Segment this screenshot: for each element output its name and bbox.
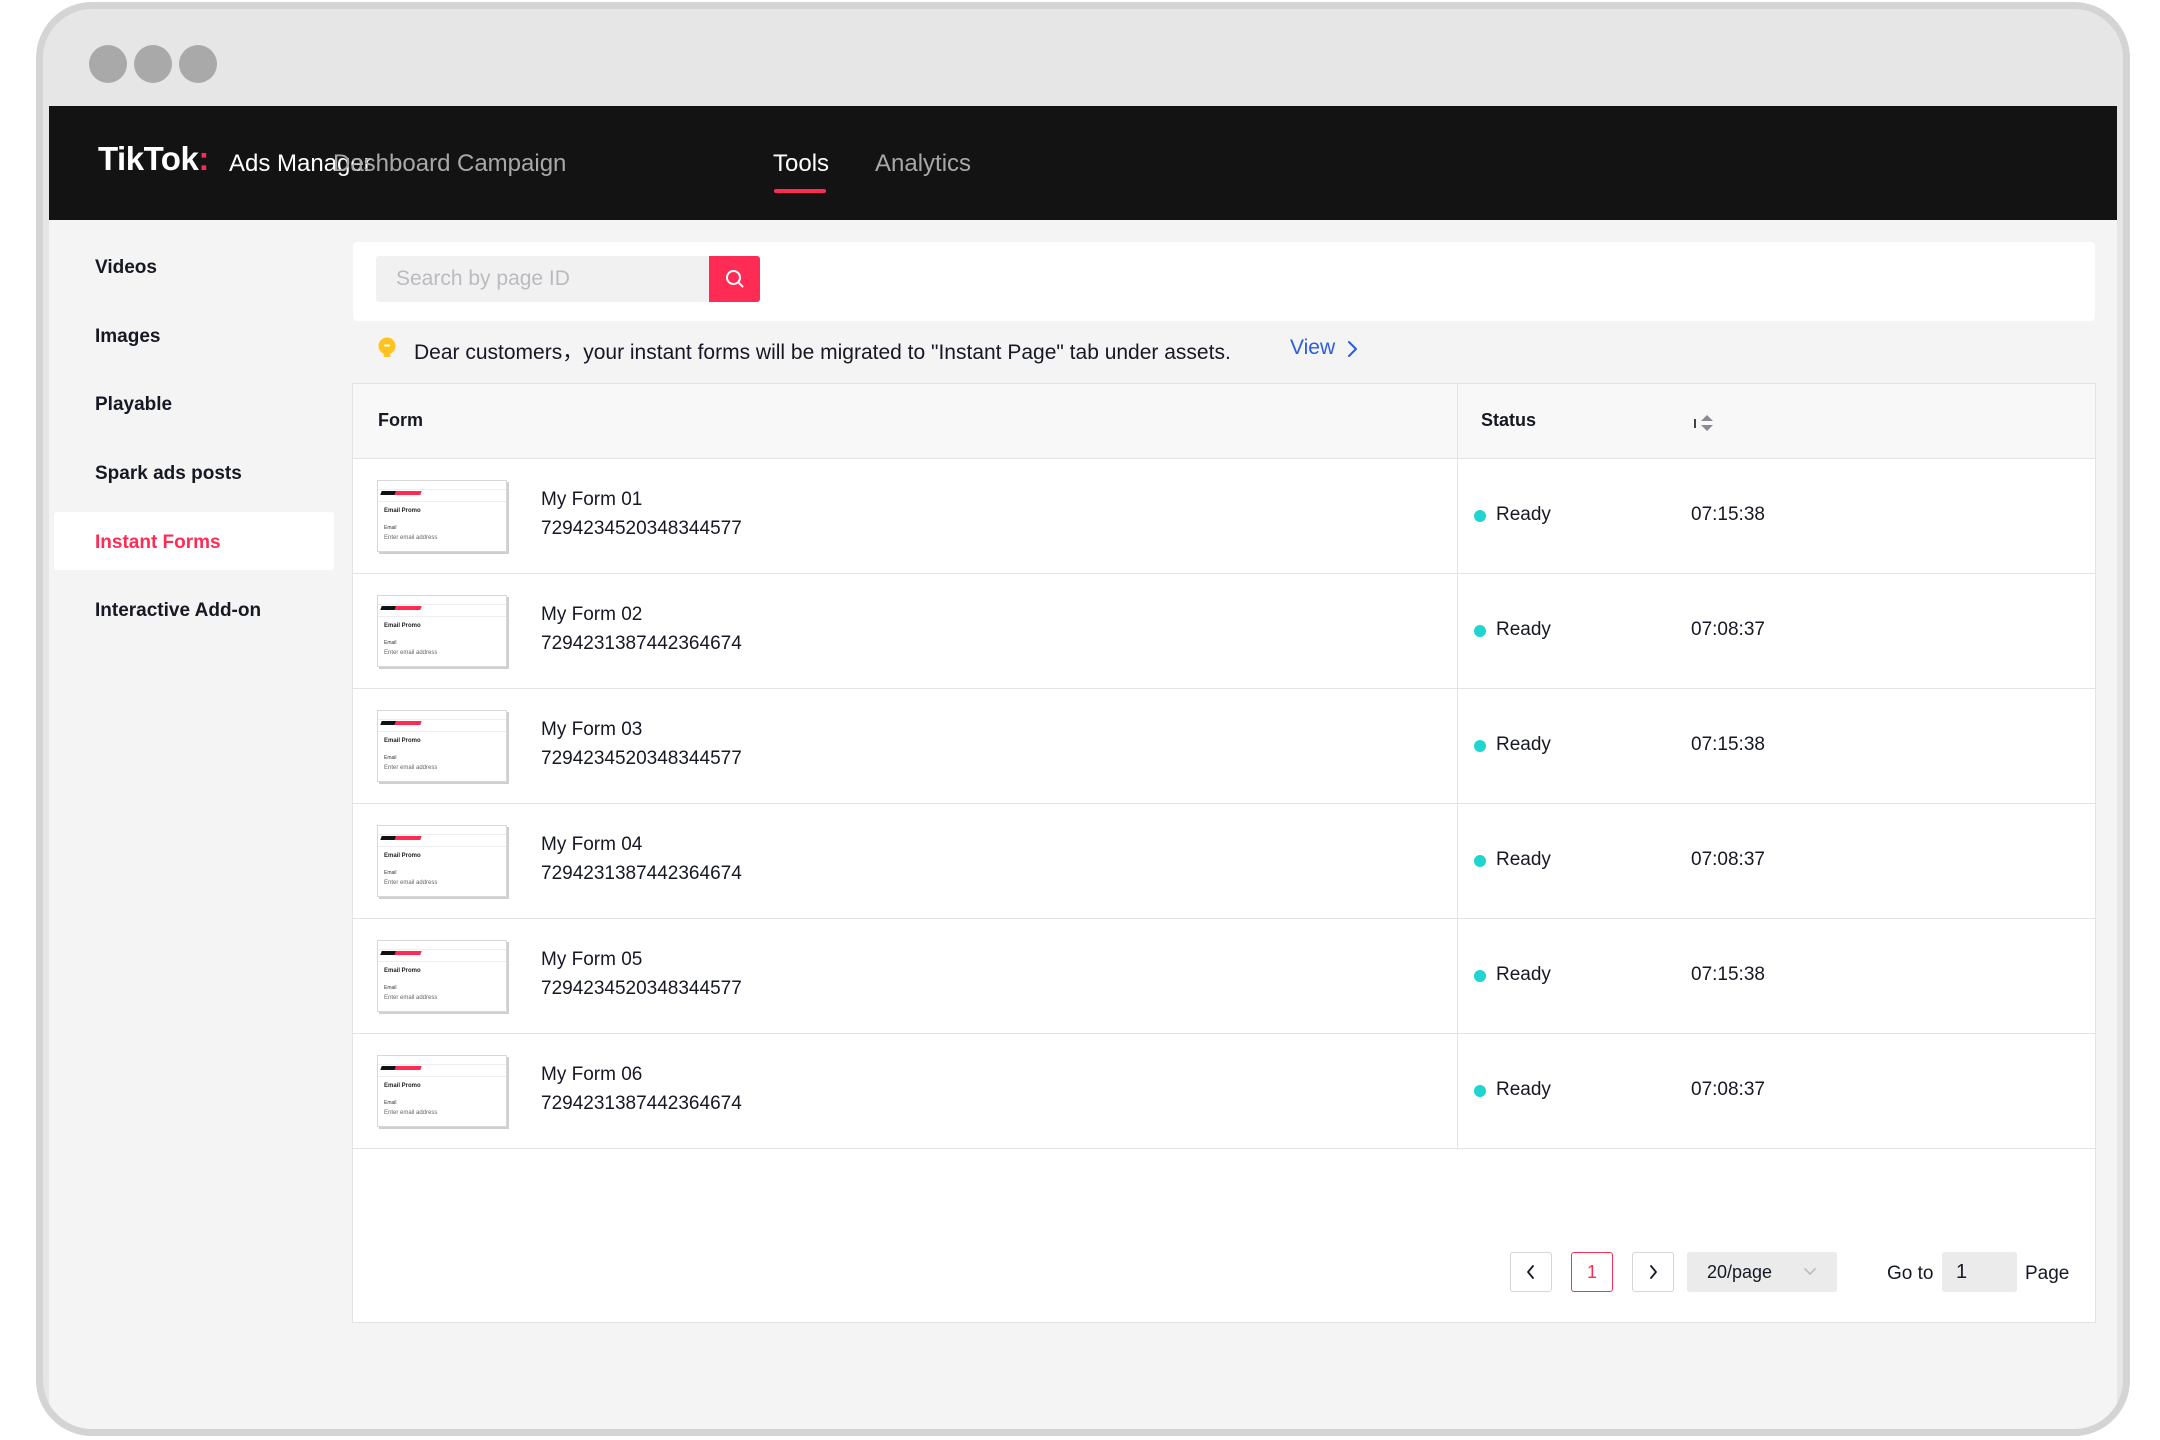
search-button[interactable] <box>709 256 760 302</box>
status-indicator-dot <box>1474 740 1486 752</box>
time-text: 07:15:38 <box>1691 734 1765 755</box>
status-text: Ready <box>1496 734 1551 755</box>
table-row[interactable]: Email Promo Email Enter email address My F… <box>353 458 2095 574</box>
chevron-right-icon[interactable] <box>1343 338 1361 360</box>
status-indicator-dot <box>1474 855 1486 867</box>
form-id: 7294234520348344577 <box>541 978 742 999</box>
form-id: 7294231387442364674 <box>541 863 742 884</box>
instant-forms-table: Form Status Email Promo Email Enter email … <box>352 383 2096 1323</box>
sidebar-item-playable[interactable]: Playable <box>95 394 172 416</box>
form-name[interactable]: My Form 02 <box>541 604 642 626</box>
status-text: Ready <box>1496 964 1551 985</box>
time-text: 07:08:37 <box>1691 619 1765 640</box>
sidebar-item-spark-ads-posts[interactable]: Spark ads posts <box>95 463 242 485</box>
tiktok-logo[interactable]: TikTok: <box>98 140 209 178</box>
form-thumbnail: Email Promo Email Enter email address <box>377 710 507 782</box>
nav-dashboard[interactable]: Dashboard <box>333 150 450 178</box>
sidebar-item-instant-forms[interactable]: Instant Forms <box>95 532 221 554</box>
status-text: Ready <box>1496 849 1551 870</box>
chevron-right-icon <box>1650 1265 1657 1279</box>
form-thumbnail: Email Promo Email Enter email address <box>377 480 507 552</box>
column-header-status: Status <box>1481 410 1537 430</box>
form-id: 7294234520348344577 <box>541 748 742 769</box>
form-thumbnail: Email Promo Email Enter email address <box>377 1055 507 1127</box>
sidebar-item-videos[interactable]: Videos <box>95 257 157 279</box>
window-maximize-dot[interactable] <box>179 45 217 83</box>
nav-tools[interactable]: Tools <box>773 150 829 178</box>
brand-colon: : <box>198 140 209 177</box>
table-header: Form Status <box>353 384 2095 459</box>
time-text: 07:15:38 <box>1691 504 1765 525</box>
sidebar-item-images[interactable]: Images <box>95 326 160 348</box>
lightbulb-icon <box>378 337 396 357</box>
form-name[interactable]: My Form 04 <box>541 834 642 856</box>
form-thumbnail: Email Promo Email Enter email address <box>377 825 507 897</box>
table-row[interactable]: Email Promo Email Enter email address My F… <box>353 688 2095 804</box>
form-id: 7294234520348344577 <box>541 518 742 539</box>
time-text: 07:08:37 <box>1691 1079 1765 1100</box>
form-id: 7294231387442364674 <box>541 633 742 654</box>
status-indicator-dot <box>1474 970 1486 982</box>
goto-page-input[interactable] <box>1942 1252 2017 1292</box>
status-indicator-dot <box>1474 1085 1486 1097</box>
table-row[interactable]: Email Promo Email Enter email address My F… <box>353 573 2095 689</box>
migration-notice-text: Dear customers，your instant forms will b… <box>414 341 1231 364</box>
chevron-left-icon <box>1527 1265 1534 1279</box>
form-thumbnail: Email Promo Email Enter email address <box>377 940 507 1012</box>
nav-analytics[interactable]: Analytics <box>875 150 971 178</box>
top-navigation-bar: TikTok: Ads Manager Dashboard Campaign T… <box>49 106 2117 220</box>
sidebar-item-interactive-add-on[interactable]: Interactive Add-on <box>95 600 261 622</box>
status-text: Ready <box>1496 1079 1551 1100</box>
form-name[interactable]: My Form 05 <box>541 949 642 971</box>
page-label: Page <box>2025 1263 2070 1284</box>
page-number-button[interactable]: 1 <box>1571 1252 1613 1292</box>
nav-campaign[interactable]: Campaign <box>457 150 566 178</box>
table-row[interactable]: Email Promo Email Enter email address My F… <box>353 803 2095 919</box>
previous-page-button[interactable] <box>1510 1252 1552 1292</box>
chevron-down-icon <box>1804 1268 1816 1275</box>
column-header-form: Form <box>378 410 423 430</box>
window-close-dot[interactable] <box>89 45 127 83</box>
goto-label: Go to <box>1887 1263 1934 1284</box>
form-name[interactable]: My Form 06 <box>541 1064 642 1086</box>
table-row[interactable]: Email Promo Email Enter email address My F… <box>353 1033 2095 1149</box>
form-thumbnail: Email Promo Email Enter email address <box>377 595 507 667</box>
status-text: Ready <box>1496 504 1551 525</box>
brand-name: TikTok <box>98 140 199 177</box>
page-size-select[interactable]: 20/page <box>1687 1252 1837 1292</box>
time-text: 07:08:37 <box>1691 849 1765 870</box>
page-size-value: 20/page <box>1707 1261 1773 1282</box>
view-link[interactable]: View <box>1290 336 1335 360</box>
table-row[interactable]: Email Promo Email Enter email address My F… <box>353 918 2095 1034</box>
status-text: Ready <box>1496 619 1551 640</box>
search-icon <box>725 270 743 288</box>
form-name[interactable]: My Form 01 <box>541 489 642 511</box>
search-input[interactable] <box>376 256 709 302</box>
next-page-button[interactable] <box>1632 1252 1674 1292</box>
status-indicator-dot <box>1474 625 1486 637</box>
sort-icon[interactable] <box>1693 412 1721 434</box>
form-id: 7294231387442364674 <box>541 1093 742 1114</box>
time-text: 07:15:38 <box>1691 964 1765 985</box>
form-name[interactable]: My Form 03 <box>541 719 642 741</box>
active-tab-indicator <box>774 189 826 193</box>
status-indicator-dot <box>1474 510 1486 522</box>
window-minimize-dot[interactable] <box>134 45 172 83</box>
